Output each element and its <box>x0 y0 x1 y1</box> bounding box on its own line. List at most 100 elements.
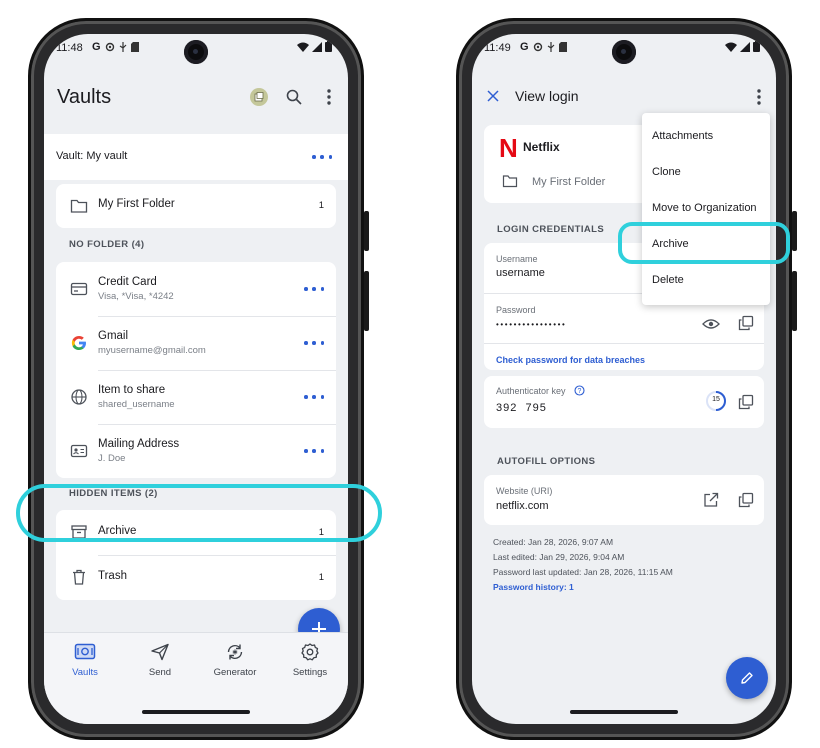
website-value[interactable]: netflix.com <box>496 500 549 512</box>
gear-icon <box>105 42 114 52</box>
item-more-icon[interactable] <box>304 338 324 348</box>
right-phone-frame: 11:49 G View login N Netflix My First Fo… <box>456 18 797 740</box>
google-g-icon <box>71 336 86 350</box>
nav-vaults[interactable]: Vaults <box>50 643 120 678</box>
list-item[interactable]: Gmail myusername@gmail.com <box>56 316 336 370</box>
folder-row[interactable]: My First Folder 1 <box>56 184 336 228</box>
camera-cutout <box>612 40 636 64</box>
svg-text:?: ? <box>578 388 582 395</box>
menu-item-attachments[interactable]: Attachments <box>652 130 713 142</box>
side-button <box>792 211 797 251</box>
help-icon[interactable]: ? <box>574 385 585 396</box>
archive-highlight <box>16 484 382 542</box>
password-label: Password <box>496 305 536 315</box>
overflow-menu: Attachments Clone Move to Organization A… <box>642 113 770 305</box>
nav-label: Send <box>148 667 172 678</box>
status-time: 11:48 <box>56 42 83 54</box>
id-card-icon <box>70 444 88 458</box>
sim-icon <box>558 42 567 52</box>
trash-title: Trash <box>98 570 127 582</box>
menu-item-delete[interactable]: Delete <box>652 274 684 286</box>
status-icons: G <box>92 41 139 53</box>
more-vert-icon[interactable] <box>756 88 762 106</box>
created-date: Created: Jan 28, 2026, 9:07 AM <box>493 537 614 547</box>
copy-icon[interactable] <box>738 394 754 410</box>
trash-row[interactable]: Trash 1 <box>56 555 336 600</box>
eye-icon[interactable] <box>702 318 720 330</box>
usb-icon <box>119 42 126 52</box>
vault-selector[interactable]: Vault: My vault <box>44 134 348 180</box>
authenticator-card: Authenticator key ? 392 795 15 <box>484 376 764 428</box>
folder-count: 1 <box>318 200 324 211</box>
home-indicator[interactable] <box>142 710 250 714</box>
edit-button[interactable] <box>726 657 768 699</box>
battery-icon <box>753 41 760 52</box>
list-item[interactable]: Mailing Address J. Doe <box>56 424 336 478</box>
status-right-icons <box>297 41 332 52</box>
list-item[interactable]: Item to share shared_username <box>56 370 336 424</box>
trash-icon <box>73 569 85 585</box>
password-history-link[interactable]: Password history: 1 <box>493 582 574 592</box>
last-edited-date: Last edited: Jan 29, 2026, 9:04 AM <box>493 552 625 562</box>
card-icon <box>70 282 88 296</box>
side-button <box>364 211 369 251</box>
item-more-icon[interactable] <box>304 446 324 456</box>
check-password-link[interactable]: Check password for data breaches <box>496 355 645 365</box>
item-title: Gmail <box>98 330 129 342</box>
item-subtitle: shared_username <box>98 399 175 410</box>
copy-icon[interactable] <box>738 492 754 508</box>
item-subtitle: J. Doe <box>98 453 126 464</box>
folder-name: My First Folder <box>98 198 175 210</box>
usb-icon <box>547 42 554 52</box>
folder-name: My First Folder <box>532 176 606 188</box>
folder-card: My First Folder 1 <box>56 184 336 228</box>
item-more-icon[interactable] <box>304 392 324 402</box>
pencil-icon <box>741 672 753 684</box>
folder-icon <box>70 199 88 213</box>
website-card: Website (URI) netflix.com <box>484 475 764 525</box>
nav-settings[interactable]: Settings <box>275 643 345 678</box>
nav-send[interactable]: Send <box>125 643 195 678</box>
website-label: Website (URI) <box>496 486 553 496</box>
authenticator-label: Authenticator key <box>496 386 566 396</box>
more-vert-icon[interactable] <box>326 88 332 106</box>
copy-icon[interactable] <box>738 315 754 331</box>
autofill-options-label: AUTOFILL OPTIONS <box>497 456 596 467</box>
open-external-icon[interactable] <box>703 492 719 508</box>
authenticator-code[interactable]: 392 795 <box>496 402 547 414</box>
password-updated-date: Password last updated: Jan 28, 2026, 11:… <box>493 567 673 577</box>
account-switch-icon[interactable] <box>250 88 268 106</box>
item-more-icon[interactable] <box>304 284 324 294</box>
folder-icon <box>502 175 518 188</box>
item-name: Netflix <box>523 140 560 154</box>
vault-more-icon[interactable] <box>312 152 332 162</box>
home-indicator[interactable] <box>570 710 678 714</box>
vault-icon <box>74 643 96 660</box>
divider <box>484 343 764 344</box>
nav-label: Vaults <box>72 667 98 678</box>
signal-icon <box>312 41 322 52</box>
search-icon[interactable] <box>286 89 302 105</box>
trash-count: 1 <box>318 572 324 583</box>
list-item[interactable]: Credit Card Visa, *Visa, *4242 <box>56 262 336 316</box>
side-button <box>364 271 369 331</box>
side-button <box>792 271 797 331</box>
login-credentials-label: LOGIN CREDENTIALS <box>497 224 605 235</box>
menu-item-move-to-organization[interactable]: Move to Organization <box>652 202 757 214</box>
nav-label: Settings <box>292 667 328 678</box>
status-time: 11:49 <box>484 42 511 54</box>
status-icons: G <box>520 41 567 53</box>
menu-item-clone[interactable]: Clone <box>652 166 681 178</box>
bottom-navigation: Vaults Send Generator Settings <box>44 632 348 724</box>
close-icon[interactable] <box>487 90 499 102</box>
password-value[interactable]: •••••••••••••••• <box>496 320 566 329</box>
left-screen: 11:48 G Vaults Vault: My vault My First … <box>44 34 348 724</box>
nav-label: Generator <box>213 667 257 678</box>
google-icon: G <box>92 41 101 53</box>
camera-cutout <box>184 40 208 64</box>
status-right-icons <box>725 41 760 52</box>
username-label: Username <box>496 254 538 264</box>
generator-icon <box>227 644 243 660</box>
nav-generator[interactable]: Generator <box>200 643 270 678</box>
username-value[interactable]: username <box>496 267 545 279</box>
